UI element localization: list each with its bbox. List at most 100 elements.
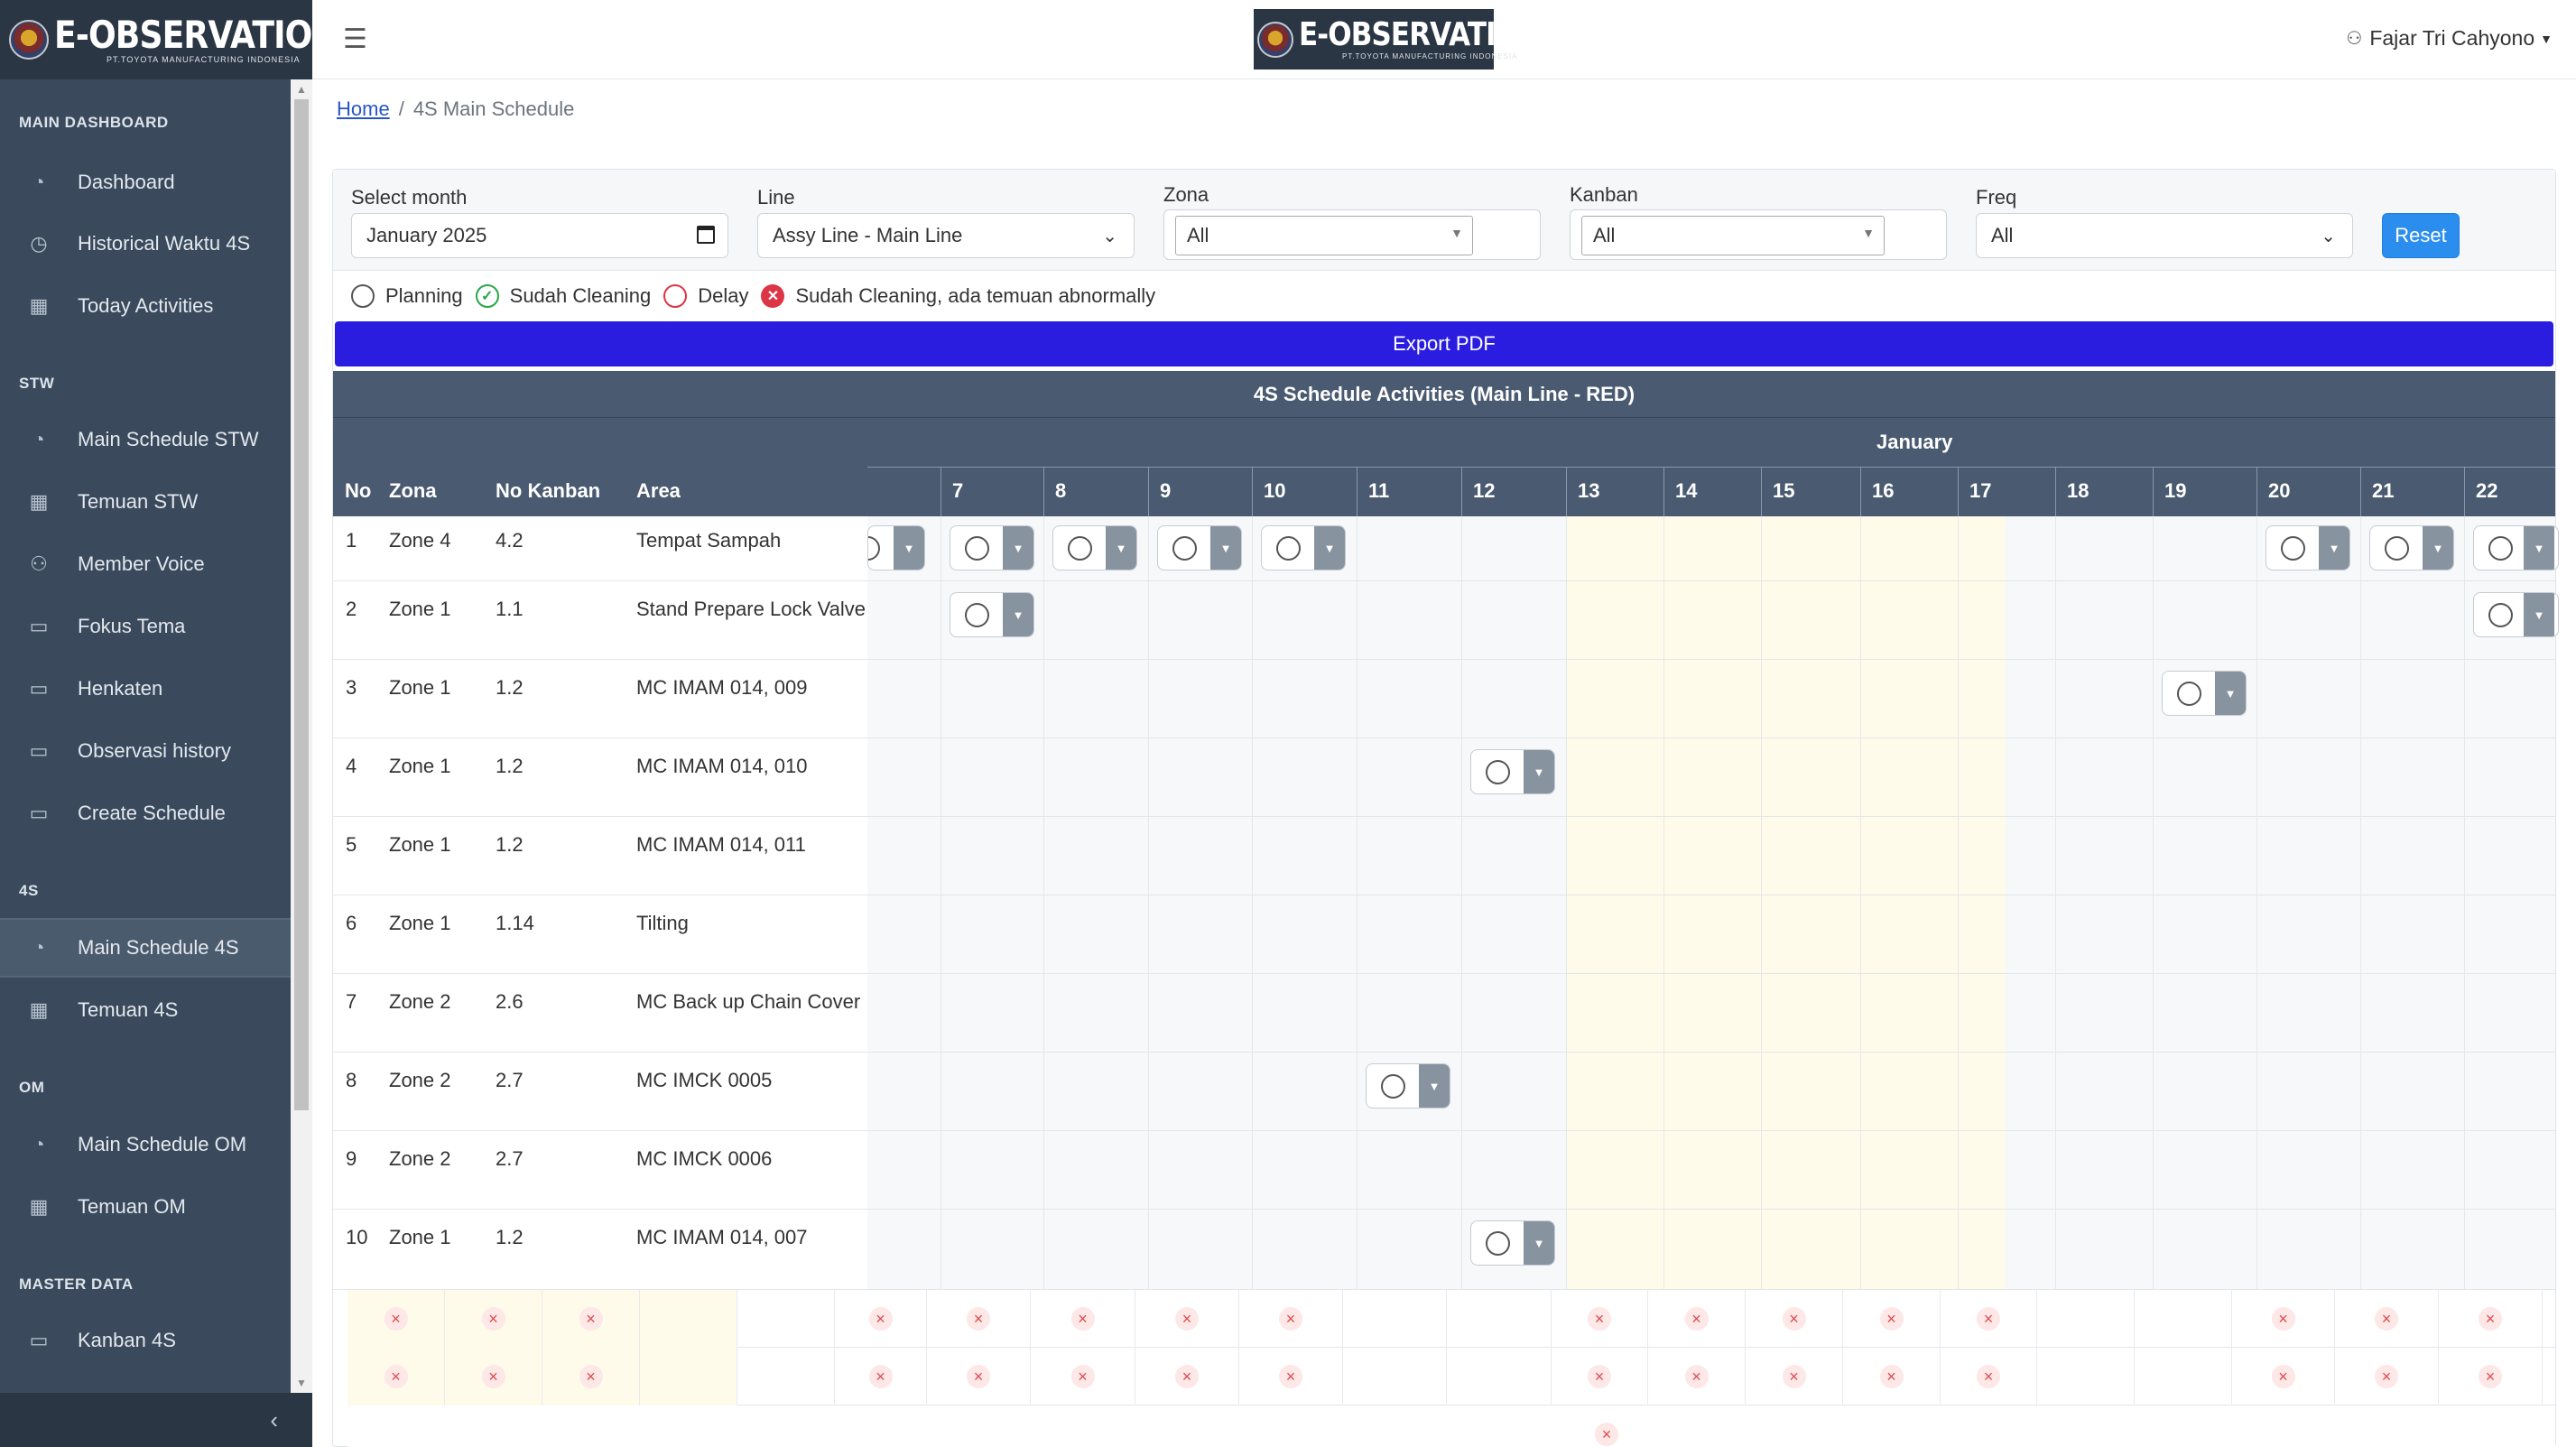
sidebar-item-today-activities[interactable]: ▦ Today Activities	[0, 276, 291, 336]
schedule-status-button[interactable]: ▼	[2369, 525, 2454, 570]
sidebar-item-temuan-om[interactable]: ▦ Temuan OM	[0, 1177, 291, 1237]
x-icon[interactable]: ×	[579, 1307, 603, 1331]
sidebar-item-label: Dashboard	[78, 171, 175, 193]
x-icon[interactable]: ×	[481, 1307, 505, 1331]
x-icon[interactable]: ×	[2479, 1365, 2502, 1388]
freq-select[interactable]: All ⌄	[1976, 213, 2353, 258]
x-icon[interactable]: ×	[2271, 1365, 2295, 1388]
caret-down-icon[interactable]: ▼	[1314, 526, 1345, 570]
x-icon[interactable]: ×	[1782, 1307, 1806, 1331]
x-icon[interactable]: ×	[1879, 1307, 1904, 1331]
x-icon[interactable]: ×	[1279, 1365, 1302, 1388]
x-icon[interactable]: ×	[384, 1307, 408, 1331]
sidebar-item-label: Main Schedule 4S	[78, 936, 239, 959]
caret-down-icon[interactable]: ▼	[2423, 526, 2453, 570]
x-icon[interactable]: ×	[481, 1365, 505, 1388]
schedule-status-button[interactable]: ▼	[1366, 1063, 1450, 1108]
sidebar-item-create-schedule[interactable]: ▭ Create Schedule	[0, 784, 291, 843]
sidebar-item-temuan-stw[interactable]: ▦ Temuan STW	[0, 472, 291, 532]
schedule-status-button[interactable]: ▼	[1470, 749, 1555, 794]
x-icon[interactable]: ×	[1977, 1307, 2000, 1331]
x-icon[interactable]: ×	[967, 1365, 990, 1388]
x-icon[interactable]: ×	[1175, 1365, 1199, 1388]
schedule-status-button[interactable]: ▼	[2473, 525, 2559, 570]
x-icon[interactable]: ×	[1175, 1307, 1199, 1331]
schedule-status-button[interactable]: ▼	[2162, 671, 2247, 716]
calendar-icon[interactable]	[697, 226, 715, 244]
schedule-status-button[interactable]: ▼	[1157, 525, 1242, 570]
schedule-status-button[interactable]: ▼	[1470, 1220, 1555, 1266]
reset-button[interactable]: Reset	[2382, 213, 2460, 258]
sidebar-item-observasi-history[interactable]: ▭ Observasi history	[0, 721, 291, 781]
schedule-status-button[interactable]: ▼	[1261, 525, 1346, 570]
kanban-select[interactable]: All ▼	[1581, 216, 1885, 255]
schedule-status-button[interactable]: ▼	[1052, 525, 1137, 570]
x-icon[interactable]: ×	[1588, 1365, 1611, 1388]
caret-down-icon[interactable]: ▼	[894, 526, 924, 570]
sidebar-item-dashboard[interactable]: ◔ Dashboard	[0, 153, 291, 212]
x-icon[interactable]: ×	[1279, 1307, 1302, 1331]
sidebar-item-temuan-4s[interactable]: ▦ Temuan 4S	[0, 980, 291, 1040]
zona-select[interactable]: All ▼	[1175, 216, 1473, 255]
header-logo[interactable]: E-OBSERVATION PT.TOYOTA MANUFACTURING IN…	[1254, 9, 1542, 70]
caret-down-icon[interactable]: ▼	[2319, 526, 2349, 570]
table-body: 1 Zone 4 4.2 Tempat Sampah ▼ ▼ ▼ ▼ ▼ ▼ ▼ ▼ 2 Zone 1 1.…	[333, 516, 2559, 1447]
sidebar-item-kanban-4s[interactable]: ▭ Kanban 4S	[0, 1311, 291, 1370]
schedule-status-button[interactable]: ▼	[2473, 592, 2559, 637]
x-icon[interactable]: ×	[967, 1307, 990, 1331]
caret-down-icon[interactable]: ▼	[2524, 526, 2554, 570]
sidebar-item-fokus-tema[interactable]: ▭ Fokus Tema	[0, 597, 291, 656]
x-icon[interactable]: ×	[1684, 1307, 1709, 1331]
scroll-down-arrow-icon[interactable]: ▼	[296, 1377, 307, 1389]
finding-cell: ×	[1746, 1290, 1843, 1348]
line-select[interactable]: Assy Line - Main Line ⌄	[757, 213, 1135, 258]
caret-down-icon[interactable]: ▼	[1003, 593, 1033, 636]
x-icon[interactable]: ×	[1782, 1365, 1806, 1388]
table-row: 1 Zone 4 4.2 Tempat Sampah ▼ ▼ ▼ ▼ ▼ ▼ ▼ ▼	[333, 516, 2559, 581]
scrollbar-thumb[interactable]	[294, 99, 309, 1110]
caret-down-icon[interactable]: ▼	[1003, 526, 1033, 570]
caret-down-icon[interactable]: ▼	[1106, 526, 1136, 570]
x-icon[interactable]: ×	[2375, 1307, 2398, 1331]
sidebar-item-historical-waktu-4s[interactable]: ◷ Historical Waktu 4S	[0, 214, 291, 274]
sidebar-scrollbar[interactable]: ▲ ▼	[291, 79, 312, 1393]
x-icon[interactable]: ×	[1070, 1307, 1095, 1331]
sidebar-item-main-schedule-4s[interactable]: ◔ Main Schedule 4S	[0, 918, 291, 978]
x-icon[interactable]: ×	[2479, 1307, 2502, 1331]
x-icon[interactable]: ×	[1588, 1307, 1611, 1331]
breadcrumb-home-link[interactable]: Home	[337, 97, 390, 120]
finding-cell	[737, 1290, 835, 1348]
caret-down-icon[interactable]: ▼	[1524, 1221, 1554, 1265]
x-icon[interactable]: ×	[2375, 1365, 2398, 1388]
x-icon[interactable]: ×	[384, 1365, 408, 1388]
x-icon[interactable]: ×	[1070, 1365, 1095, 1388]
x-icon[interactable]: ×	[1977, 1365, 2000, 1388]
schedule-status-button[interactable]: ▼	[2266, 525, 2350, 570]
sidebar-brand[interactable]: E-OBSERVATION PT.TOYOTA MANUFACTURING IN…	[0, 0, 339, 79]
month-input[interactable]: January 2025	[351, 213, 728, 258]
export-pdf-button[interactable]: Export PDF	[335, 321, 2553, 366]
schedule-status-button[interactable]: ▼	[950, 525, 1034, 570]
sidebar-item-main-schedule-om[interactable]: ◔ Main Schedule OM	[0, 1115, 291, 1174]
x-icon[interactable]: ×	[1595, 1423, 1618, 1446]
x-icon[interactable]: ×	[579, 1365, 603, 1388]
caret-down-icon[interactable]: ▼	[1419, 1064, 1450, 1108]
caret-down-icon[interactable]: ▼	[2215, 672, 2246, 715]
sidebar-item-henkaten[interactable]: ▭ Henkaten	[0, 659, 291, 719]
caret-down-icon[interactable]: ▼	[1210, 526, 1241, 570]
schedule-status-button[interactable]: ▼	[867, 525, 925, 570]
chevron-left-icon[interactable]: ‹	[270, 1406, 278, 1434]
hamburger-icon[interactable]: ☰	[343, 23, 367, 55]
x-icon[interactable]: ×	[868, 1365, 893, 1388]
x-icon[interactable]: ×	[868, 1307, 893, 1331]
sidebar-item-member-voice[interactable]: ⚇ Member Voice	[0, 534, 291, 594]
x-icon[interactable]: ×	[1879, 1365, 1904, 1388]
user-menu[interactable]: ⚇ Fajar Tri Cahyono ▼	[2346, 26, 2553, 51]
sidebar-item-main-schedule-stw[interactable]: ◔ Main Schedule STW	[0, 410, 291, 469]
x-icon[interactable]: ×	[2271, 1307, 2295, 1331]
caret-down-icon[interactable]: ▼	[2524, 593, 2554, 636]
scroll-up-arrow-icon[interactable]: ▲	[296, 83, 307, 96]
schedule-status-button[interactable]: ▼	[950, 592, 1034, 637]
caret-down-icon[interactable]: ▼	[1524, 750, 1554, 793]
x-icon[interactable]: ×	[1684, 1365, 1709, 1388]
